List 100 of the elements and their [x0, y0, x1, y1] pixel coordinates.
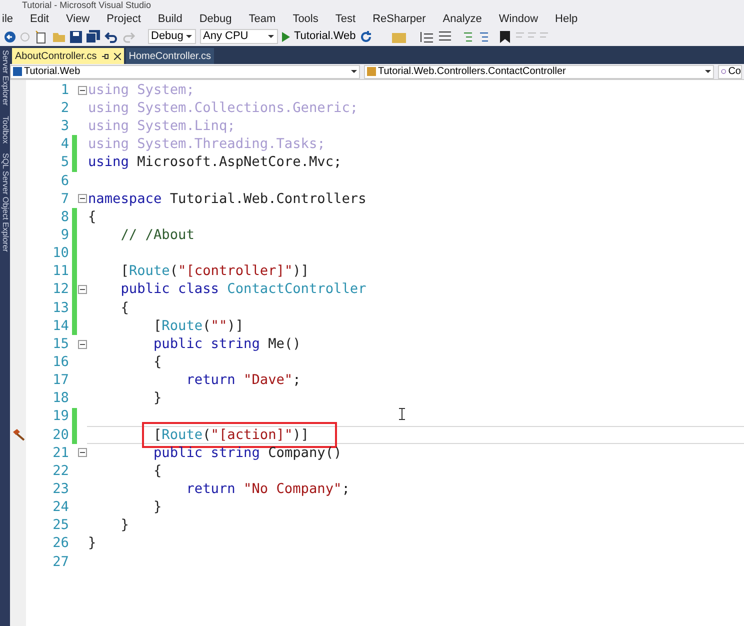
- menu-item[interactable]: Team: [248, 10, 276, 28]
- line-number: 2: [60, 99, 70, 118]
- line-number: 25: [52, 516, 70, 536]
- line-number: 19: [52, 407, 70, 426]
- line-number: 14: [52, 316, 70, 336]
- line-number: 4: [60, 135, 70, 154]
- text-cursor-icon: [399, 408, 405, 420]
- refresh-icon[interactable]: [360, 30, 372, 42]
- menu-item[interactable]: Test: [335, 10, 356, 28]
- line-number: 16: [52, 352, 70, 372]
- line-number: 10: [52, 244, 70, 264]
- menu-item[interactable]: Build: [158, 10, 182, 28]
- member-icon: [721, 67, 726, 76]
- save-all-icon[interactable]: [86, 30, 100, 43]
- menu-item[interactable]: Project: [106, 10, 141, 28]
- line-number: 7: [60, 190, 70, 209]
- code-line: using Microsoft.AspNetCore.Mvc;: [88, 153, 342, 172]
- code-line: {: [153, 352, 162, 372]
- new-item-icon[interactable]: [34, 30, 48, 44]
- code-line: [Route("[controller]")]: [120, 262, 309, 282]
- undo-icon[interactable]: [104, 30, 118, 42]
- side-panel-tab[interactable]: Toolbox: [0, 116, 10, 144]
- line-number: 22: [52, 462, 70, 481]
- uncomment-icon[interactable]: [478, 30, 490, 42]
- indent-icon[interactable]: [420, 30, 434, 42]
- code-line: using System.Threading.Tasks;: [88, 135, 326, 154]
- back-icon[interactable]: [4, 30, 16, 42]
- code-line: public string Me(): [153, 334, 301, 354]
- line-number: 15: [52, 334, 70, 354]
- line-number: 17: [52, 371, 70, 390]
- member-dropdown[interactable]: Co: [718, 64, 742, 78]
- collapse-icon[interactable]: [78, 194, 86, 204]
- menu-item[interactable]: Analyze: [442, 10, 482, 28]
- line-number: 8: [60, 208, 70, 227]
- line-number: 3: [60, 117, 70, 136]
- line-number: 18: [52, 389, 70, 408]
- file-tab[interactable]: AboutController.cs: [12, 48, 124, 64]
- close-icon[interactable]: [114, 52, 121, 60]
- code-line: namespace Tutorial.Web.Controllers: [88, 190, 366, 209]
- code-line: {: [153, 462, 162, 481]
- code-line: }: [88, 534, 96, 554]
- save-icon[interactable]: [70, 30, 82, 42]
- line-number: 9: [60, 226, 70, 245]
- code-line: using System;: [88, 80, 194, 100]
- type-dropdown[interactable]: Tutorial.Web.Controllers.ContactController: [364, 64, 714, 78]
- project-name: Tutorial.Web: [24, 65, 82, 79]
- line-number: 27: [52, 552, 70, 572]
- line-number: 1: [60, 80, 70, 100]
- platform-dropdown[interactable]: Any CPU: [200, 29, 278, 44]
- collapse-icon[interactable]: [78, 285, 86, 294]
- code-line: }: [153, 498, 162, 518]
- dropdown-arrow-icon: [705, 70, 711, 73]
- menu-item[interactable]: Help: [555, 10, 578, 28]
- code-line: [Route("[action]")]: [153, 426, 309, 445]
- comment-icon[interactable]: [462, 30, 474, 42]
- menu-item[interactable]: Edit: [30, 10, 49, 28]
- configuration-dropdown[interactable]: Debug: [148, 29, 196, 44]
- line-number: 20: [52, 426, 70, 445]
- line-number: 26: [52, 534, 70, 554]
- code-line: return "Dave";: [186, 371, 301, 390]
- collapse-icon[interactable]: [78, 340, 86, 349]
- side-panel-tab[interactable]: SQL Server Object Explorer: [0, 153, 10, 252]
- menu-item[interactable]: Tools: [292, 10, 318, 28]
- type-name: Tutorial.Web.Controllers.ContactController: [378, 65, 567, 79]
- hammer-icon[interactable]: [12, 428, 24, 442]
- code-line: }: [120, 516, 129, 536]
- dropdown-arrow-icon: [351, 70, 357, 73]
- member-name: Co: [728, 66, 741, 78]
- collapse-icon[interactable]: [78, 448, 86, 458]
- line-number: 11: [52, 262, 70, 282]
- code-line: [Route("")]: [153, 316, 244, 336]
- pin-icon[interactable]: [102, 52, 109, 60]
- file-tab[interactable]: HomeController.cs: [126, 48, 214, 64]
- code-line: // /About: [120, 226, 194, 245]
- code-line: using System.Linq;: [88, 117, 236, 136]
- play-icon[interactable]: [282, 32, 290, 42]
- project-dropdown[interactable]: Tutorial.Web: [10, 64, 360, 78]
- line-number: 21: [52, 444, 70, 463]
- project-icon: [13, 67, 22, 76]
- menu-item[interactable]: ReSharper: [372, 10, 426, 28]
- menu-item[interactable]: ile: [2, 10, 14, 28]
- menu-item[interactable]: Window: [498, 10, 538, 28]
- line-number: 24: [52, 498, 70, 518]
- class-icon: [367, 67, 376, 76]
- start-button[interactable]: Tutorial.Web: [294, 28, 356, 45]
- line-number: 23: [52, 480, 70, 499]
- menu-item[interactable]: View: [66, 10, 90, 28]
- bookmark-icon[interactable]: [500, 30, 510, 42]
- line-number: 13: [52, 298, 70, 318]
- menu-item[interactable]: Debug: [199, 10, 232, 28]
- list-icon[interactable]: [438, 30, 452, 42]
- code-line: {: [88, 208, 96, 227]
- line-number: 12: [52, 280, 70, 300]
- line-number: 6: [60, 172, 70, 191]
- code-line: public string Company(): [153, 444, 342, 463]
- code-line: {: [120, 298, 129, 318]
- code-line: using System.Collections.Generic;: [88, 99, 358, 118]
- side-panel-tab[interactable]: Server Explorer: [0, 50, 10, 106]
- code-line: return "No Company";: [186, 480, 350, 499]
- collapse-icon[interactable]: [78, 86, 86, 95]
